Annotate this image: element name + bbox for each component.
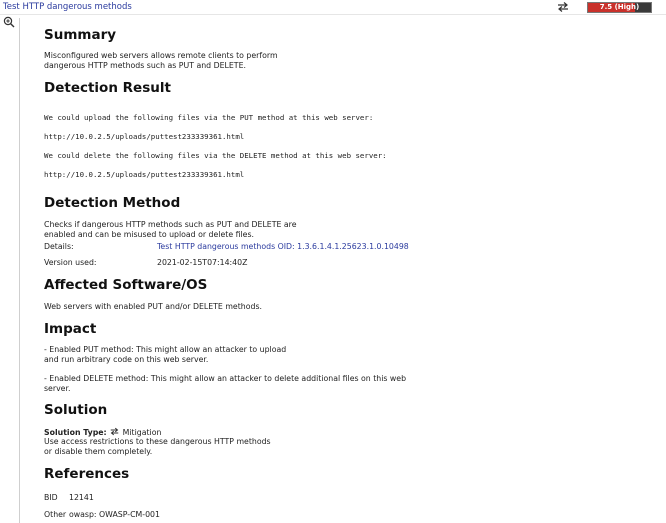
impact-text-put: - Enabled PUT method: This might allow a… <box>44 345 287 364</box>
affected-heading: Affected Software/OS <box>44 277 208 293</box>
detection-method-heading: Detection Method <box>44 195 181 211</box>
details-label: Details: <box>44 242 74 251</box>
version-value: 2021-02-15T07:14:40Z <box>157 258 248 267</box>
detection-result-line: http://10.0.2.5/uploads/puttest233339361… <box>44 132 245 141</box>
detection-method-text: Checks if dangerous HTTP methods such as… <box>44 220 297 239</box>
impact-heading: Impact <box>44 321 97 337</box>
summary-text: Misconfigured web servers allows remote … <box>44 51 278 70</box>
severity-bar: 7.5 (High) <box>587 2 652 13</box>
zoom-in-icon[interactable] <box>3 16 15 28</box>
mitigation-icon <box>110 427 119 436</box>
detection-result-line: http://10.0.2.5/uploads/puttest233339361… <box>44 170 245 179</box>
ref-other-label: Other <box>44 510 67 519</box>
ref-other-value: owasp: OWASP-CM-001 <box>69 510 160 519</box>
version-label: Version used: <box>44 258 97 267</box>
ref-bid-link[interactable]: 12141 <box>69 493 94 502</box>
result-header: Test HTTP dangerous methods 7.5 (High) <box>0 0 666 15</box>
result-title-link[interactable]: Test HTTP dangerous methods <box>3 2 132 12</box>
left-divider <box>19 18 20 523</box>
solution-type-label: Solution Type: <box>44 428 107 437</box>
detection-result-line: We could delete the following files via … <box>44 151 387 160</box>
solution-text: Use access restrictions to these dangero… <box>44 437 271 456</box>
severity-label: 7.5 (High) <box>599 3 640 11</box>
affected-text: Web servers with enabled PUT and/or DELE… <box>44 302 262 311</box>
references-heading: References <box>44 466 130 482</box>
details-oid-link[interactable]: Test HTTP dangerous methods OID: 1.3.6.1… <box>157 242 409 251</box>
solution-heading: Solution <box>44 402 108 418</box>
ref-bid-label: BID <box>44 493 58 502</box>
summary-heading: Summary <box>44 27 117 43</box>
detection-result-line: We could upload the following files via … <box>44 113 374 122</box>
solution-type-icon <box>558 2 568 12</box>
impact-text-delete: - Enabled DELETE method: This might allo… <box>44 374 407 393</box>
solution-type-value: Mitigation <box>122 428 162 437</box>
detection-result-heading: Detection Result <box>44 80 171 96</box>
